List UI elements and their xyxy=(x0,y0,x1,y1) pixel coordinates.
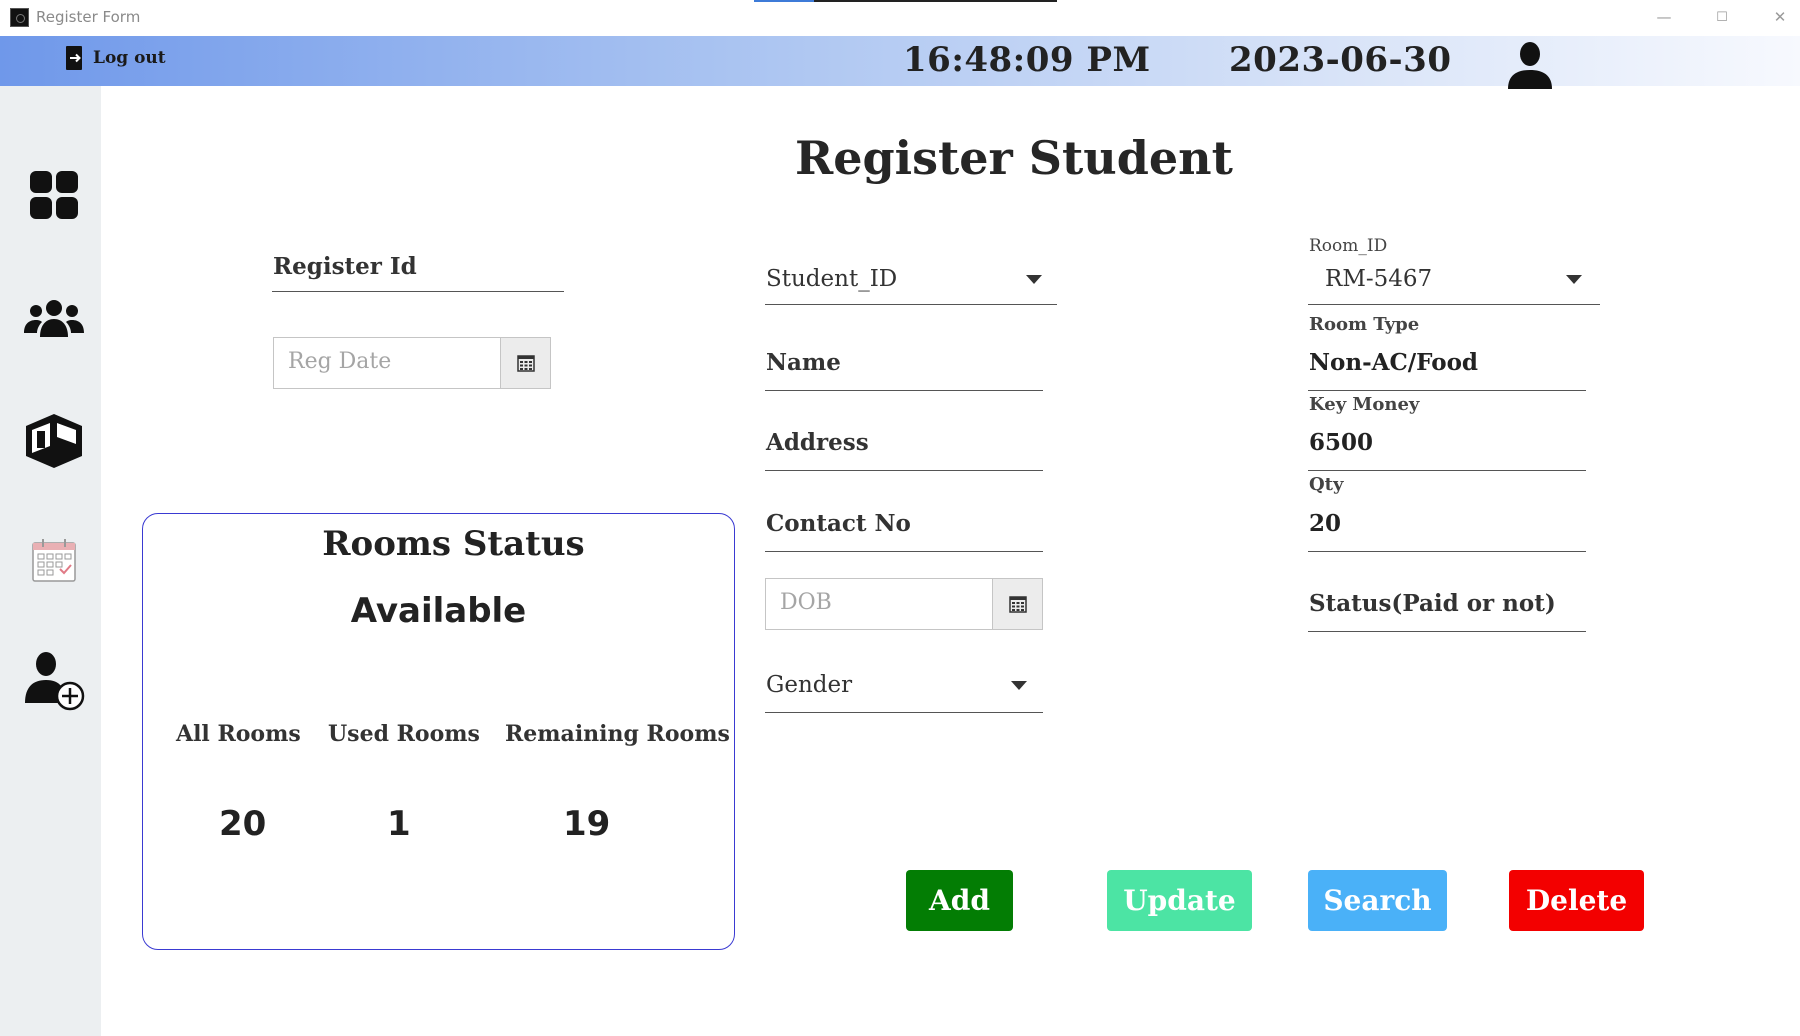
dob-input[interactable]: DOB xyxy=(766,579,992,629)
qty-value: 20 xyxy=(1309,510,1342,537)
contact-no-field[interactable]: Contact No xyxy=(766,510,911,537)
room-type-label: Room Type xyxy=(1309,314,1420,335)
remaining-rooms-label: Remaining Rooms xyxy=(505,721,730,747)
sidebar-item-add-user[interactable] xyxy=(18,644,90,716)
delete-button[interactable]: Delete xyxy=(1509,870,1644,931)
all-rooms-label: All Rooms xyxy=(176,721,301,747)
room-type-underline xyxy=(1308,390,1586,391)
payment-status-field[interactable]: Status(Paid or not) xyxy=(1309,590,1556,617)
minimize-button[interactable]: — xyxy=(1640,2,1688,32)
room-id-dropdown-icon[interactable] xyxy=(1566,275,1582,284)
maximize-button[interactable]: ☐ xyxy=(1698,2,1746,32)
date-display: 2023-06-30 xyxy=(1229,40,1452,80)
sidebar-item-rooms[interactable] xyxy=(18,405,90,477)
all-rooms-count: 20 xyxy=(219,804,267,844)
key-money-label: Key Money xyxy=(1309,394,1420,415)
reg-date-input[interactable]: Reg Date xyxy=(274,338,500,388)
key-money-underline xyxy=(1308,470,1586,471)
rooms-status-title: Rooms Status xyxy=(322,524,585,564)
qty-underline xyxy=(1308,551,1586,552)
reg-date-picker[interactable]: Reg Date xyxy=(273,337,551,389)
remaining-rooms-count: 19 xyxy=(563,804,611,844)
gender-underline xyxy=(765,712,1043,713)
sidebar-item-calendar[interactable] xyxy=(18,524,90,596)
register-id-underline xyxy=(272,291,564,292)
gender-select[interactable]: Gender xyxy=(766,672,852,698)
sidebar-item-students[interactable] xyxy=(18,282,90,354)
students-icon xyxy=(24,300,84,337)
key-money-value: 6500 xyxy=(1309,429,1374,456)
room-id-underline xyxy=(1308,304,1600,305)
reg-date-calendar-button[interactable] xyxy=(500,338,550,388)
student-id-underline xyxy=(765,304,1057,305)
sidebar-item-dashboard[interactable] xyxy=(18,159,90,231)
taskbar-strip-accent xyxy=(754,0,814,2)
logout-button[interactable]: Log out xyxy=(66,46,166,70)
register-id-field[interactable]: Register Id xyxy=(273,253,417,280)
app-icon xyxy=(10,8,29,27)
calendar-icon xyxy=(32,539,76,582)
calendar-grid-icon xyxy=(516,355,535,372)
user-avatar-icon[interactable] xyxy=(1505,39,1555,89)
student-id-select[interactable]: Student_ID xyxy=(766,266,897,292)
update-button[interactable]: Update xyxy=(1107,870,1252,931)
rooms-status-card: Rooms Status Available All Rooms Used Ro… xyxy=(142,513,735,950)
rooms-available-label: Available xyxy=(350,591,527,631)
calendar-grid-icon xyxy=(1008,596,1027,613)
contact-no-underline xyxy=(765,551,1043,552)
dob-calendar-button[interactable] xyxy=(992,579,1042,629)
qty-label: Qty xyxy=(1309,474,1344,495)
header-bar: Log out 16:48:09 PM 2023-06-30 xyxy=(0,36,1800,89)
dob-picker[interactable]: DOB xyxy=(765,578,1043,630)
gender-dropdown-icon[interactable] xyxy=(1011,681,1027,690)
rooms-icon xyxy=(26,414,82,468)
payment-status-underline xyxy=(1308,631,1586,632)
room-type-value: Non-AC/Food xyxy=(1309,349,1479,376)
dashboard-icon xyxy=(30,171,78,219)
clock-display: 16:48:09 PM xyxy=(903,40,1151,80)
used-rooms-count: 1 xyxy=(387,804,411,844)
page-title: Register Student xyxy=(795,131,1233,185)
close-button[interactable]: ✕ xyxy=(1756,2,1800,32)
window-title: Register Form xyxy=(36,8,141,26)
add-button[interactable]: Add xyxy=(906,870,1013,931)
student-id-dropdown-icon[interactable] xyxy=(1026,275,1042,284)
sidebar xyxy=(0,86,101,1036)
room-id-select[interactable]: RM-5467 xyxy=(1325,266,1432,292)
address-underline xyxy=(765,470,1043,471)
logout-label: Log out xyxy=(93,48,166,68)
name-underline xyxy=(765,390,1043,391)
used-rooms-label: Used Rooms xyxy=(328,721,480,747)
logout-icon xyxy=(66,46,84,70)
search-button[interactable]: Search xyxy=(1308,870,1447,931)
address-field[interactable]: Address xyxy=(766,429,869,456)
name-field[interactable]: Name xyxy=(766,349,841,376)
add-user-icon xyxy=(25,652,85,711)
window-titlebar: Register Form — ☐ ✕ xyxy=(0,0,1800,36)
room-id-label: Room_ID xyxy=(1309,236,1388,256)
